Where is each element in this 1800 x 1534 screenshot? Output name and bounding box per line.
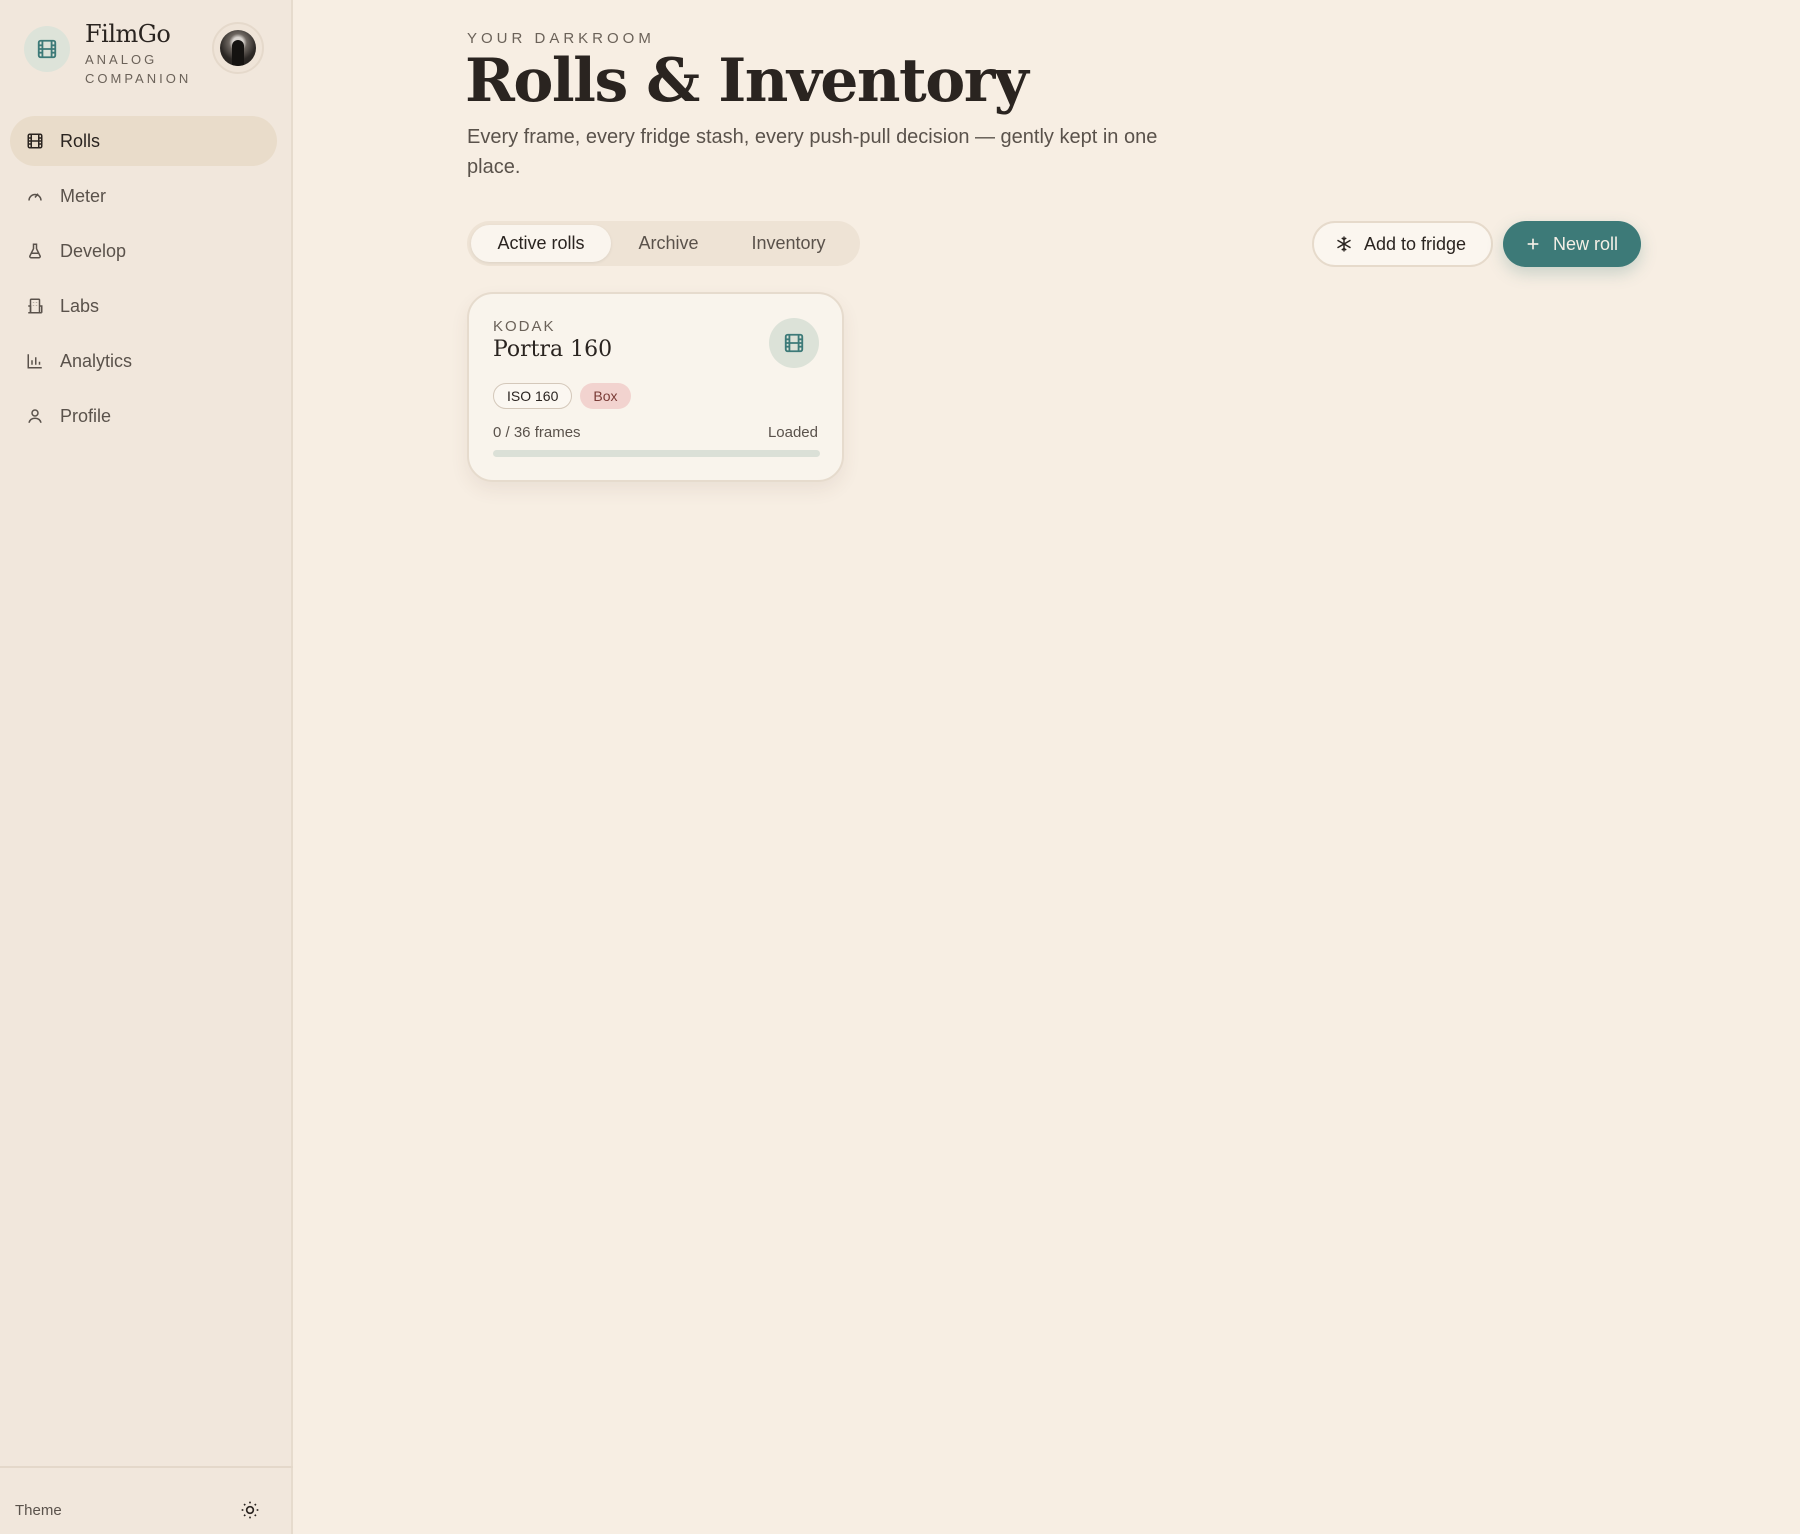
flask-icon	[24, 240, 46, 262]
new-roll-label: New roll	[1553, 233, 1619, 254]
tab-bar: Active rolls Archive Inventory	[467, 221, 860, 266]
sidebar-item-label: Rolls	[60, 130, 101, 151]
brand-name: FilmGo	[85, 20, 171, 48]
sidebar-item-label: Analytics	[60, 350, 133, 371]
gauge-icon	[24, 185, 46, 207]
format-badge: Box	[580, 383, 631, 409]
sidebar-nav: Rolls Meter Develop Labs Analytics Profi…	[10, 116, 277, 446]
film-icon	[24, 130, 46, 152]
sidebar-item-meter[interactable]: Meter	[10, 171, 277, 221]
sidebar-item-label: Labs	[60, 295, 100, 316]
theme-label: Theme	[15, 1502, 62, 1519]
roll-tags: ISO 160 Box	[493, 383, 631, 409]
sidebar-item-develop[interactable]: Develop	[10, 226, 277, 276]
sidebar-item-label: Develop	[60, 240, 127, 261]
page-title: Rolls & Inventory	[465, 46, 1029, 116]
add-to-fridge-label: Add to fridge	[1364, 233, 1467, 254]
sun-icon[interactable]	[238, 1498, 262, 1522]
tab-archive[interactable]: Archive	[611, 225, 726, 262]
plus-icon	[1523, 234, 1543, 254]
building-icon	[24, 295, 46, 317]
film-logo-icon	[24, 26, 70, 72]
new-roll-button[interactable]: New roll	[1503, 221, 1641, 267]
iso-badge: ISO 160	[493, 383, 573, 409]
sidebar-item-label: Meter	[60, 185, 107, 206]
bar-chart-icon	[24, 350, 46, 372]
tab-inventory[interactable]: Inventory	[726, 225, 851, 262]
sidebar-item-label: Profile	[60, 405, 112, 426]
roll-status: Loaded	[767, 424, 818, 441]
sidebar-footer: Theme	[0, 1466, 293, 1534]
roll-brand: KODAK	[493, 318, 556, 335]
roll-card[interactable]: KODAK Portra 160 ISO 160 Box 0 / 36 fram…	[467, 292, 844, 482]
avatar[interactable]	[212, 22, 264, 74]
sidebar: FilmGo ANALOG COMPANION Rolls Meter Deve…	[0, 0, 293, 1534]
user-icon	[24, 405, 46, 427]
snowflake-icon	[1334, 234, 1354, 254]
sidebar-item-rolls[interactable]: Rolls	[10, 116, 277, 166]
eyebrow: YOUR DARKROOM	[467, 30, 655, 47]
roll-name: Portra 160	[493, 337, 613, 362]
add-to-fridge-button[interactable]: Add to fridge	[1312, 221, 1493, 267]
page-subtitle: Every frame, every fridge stash, every p…	[467, 126, 1158, 178]
film-icon	[769, 318, 819, 368]
sidebar-item-profile[interactable]: Profile	[10, 391, 277, 441]
avatar-image	[220, 30, 256, 66]
tab-active-rolls[interactable]: Active rolls	[471, 225, 611, 262]
sidebar-item-labs[interactable]: Labs	[10, 281, 277, 331]
brand-subtitle: ANALOG COMPANION	[85, 52, 192, 86]
sidebar-item-analytics[interactable]: Analytics	[10, 336, 277, 386]
frame-count: 0 / 36 frames	[493, 424, 581, 441]
frames-progress-bar	[493, 450, 820, 457]
brand: FilmGo ANALOG COMPANION	[24, 20, 274, 92]
